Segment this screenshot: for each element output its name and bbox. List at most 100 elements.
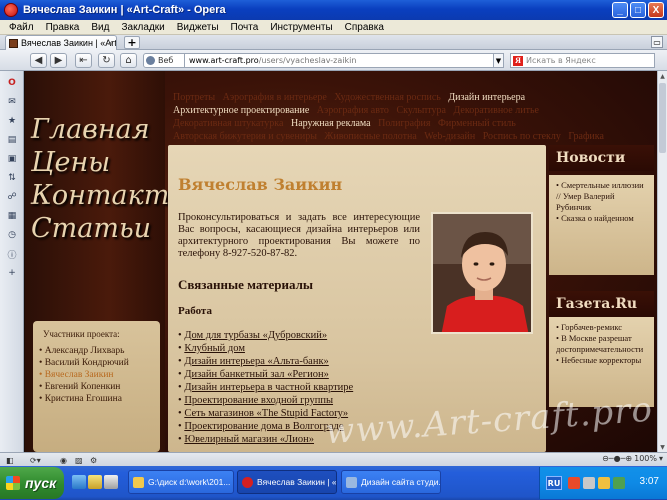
- category-link[interactable]: Авторская бижутерия и сувениры: [173, 131, 317, 142]
- category-link[interactable]: Скульптура: [396, 105, 446, 116]
- quicklaunch-ie-icon[interactable]: [72, 475, 86, 489]
- forward-icon[interactable]: ▶: [50, 53, 67, 68]
- task-opera[interactable]: Вячеслав Заикин | «...: [237, 470, 337, 494]
- headline-link[interactable]: Смертельные иллюзии // Умер Валерий Руби…: [556, 180, 650, 213]
- address-dropdown-icon[interactable]: ▼: [494, 53, 504, 68]
- windows-icon[interactable]: ▦: [6, 210, 18, 222]
- scrollbar-thumb[interactable]: [659, 83, 666, 153]
- quicklaunch-folder-icon[interactable]: [88, 475, 102, 489]
- tray-update-icon[interactable]: [613, 477, 625, 489]
- back-icon[interactable]: ◀: [30, 53, 47, 68]
- headline-link[interactable]: Горбачев-ремикс: [556, 322, 650, 333]
- document-icon: [346, 476, 357, 488]
- category-link[interactable]: Дизайн интерьера: [448, 92, 525, 103]
- panel-toggle-icon[interactable]: ◧: [6, 455, 14, 465]
- category-link[interactable]: Портреты: [173, 92, 215, 103]
- work-link[interactable]: Клубный дом: [184, 343, 245, 354]
- work-link[interactable]: Ювелирный магазин «Лион»: [184, 434, 314, 445]
- category-link[interactable]: Наружная реклама: [291, 118, 371, 129]
- address-field[interactable]: www.art-craft.pro/users/vyacheslav-zaiki…: [184, 53, 494, 68]
- language-indicator[interactable]: RU: [546, 476, 562, 490]
- transfers-icon[interactable]: ⇅: [6, 172, 18, 184]
- category-link[interactable]: Web-дизайн: [424, 131, 475, 142]
- task-explorer[interactable]: G:\диск d:\work\201...: [128, 470, 234, 494]
- work-link[interactable]: Дизайн интерьера «Альта-банк»: [184, 356, 328, 367]
- clock: 3:07: [639, 476, 659, 487]
- menu-mail[interactable]: Почта: [225, 22, 265, 33]
- vertical-scrollbar[interactable]: ▲ ▼: [657, 71, 667, 452]
- menu-tools[interactable]: Инструменты: [264, 22, 338, 33]
- add-panel-icon[interactable]: +: [6, 267, 18, 279]
- settings-icon[interactable]: ⚙: [90, 455, 97, 465]
- zoom-slider-icon[interactable]: ⊖─●─⊕: [602, 454, 632, 463]
- category-link[interactable]: Живописные полотна: [324, 131, 416, 142]
- web-mode-selector[interactable]: Веб: [143, 53, 185, 68]
- task-label: Вячеслав Заикин | «...: [257, 477, 337, 487]
- category-link[interactable]: Полиграфия: [378, 118, 430, 129]
- headline-link[interactable]: Небесные корректоры: [556, 355, 650, 366]
- work-link[interactable]: Проектирование входной группы: [184, 395, 333, 406]
- info-icon[interactable]: ⓘ: [6, 248, 18, 261]
- tray-antivirus-icon[interactable]: [568, 477, 580, 489]
- work-link[interactable]: Дизайн банкетный зал «Регион»: [184, 369, 329, 380]
- headline-link[interactable]: В Москве разрешат достопримечательности: [556, 333, 650, 355]
- home-icon[interactable]: ⌂: [120, 53, 137, 68]
- close-button[interactable]: X: [648, 2, 664, 18]
- minimize-button[interactable]: _: [612, 2, 628, 18]
- menu-widgets[interactable]: Виджеты: [171, 22, 225, 33]
- scroll-down-icon[interactable]: ▼: [658, 442, 667, 452]
- start-button[interactable]: пуск: [0, 467, 64, 499]
- tab-menu-icon[interactable]: ▭: [651, 36, 663, 48]
- new-tab-button[interactable]: +: [124, 36, 140, 49]
- participant-link[interactable]: Василий Кондрючий: [39, 357, 154, 369]
- turbo-icon[interactable]: ⟳▾: [30, 455, 41, 465]
- tab-active[interactable]: Вячеслав Заикин | «Art... ×: [5, 35, 117, 50]
- zoom-control[interactable]: ⊖─●─⊕ 100% ▾: [602, 454, 663, 463]
- nav-home-link[interactable]: Главная: [31, 113, 191, 146]
- profile-photo: [431, 212, 533, 334]
- menu-help[interactable]: Справка: [339, 22, 390, 33]
- zoom-dropdown-icon[interactable]: ▾: [659, 454, 663, 463]
- category-link[interactable]: Аэрография в интерьере: [223, 92, 327, 103]
- work-link[interactable]: Дизайн интерьера в частной квартире: [184, 382, 353, 393]
- category-link[interactable]: Фирменный стиль: [438, 118, 516, 129]
- task-document[interactable]: Дизайн сайта студи...: [341, 470, 441, 494]
- window-title-bar[interactable]: Вячеслав Заикин | «Art-Craft» - Opera _ …: [0, 0, 667, 20]
- work-link[interactable]: Дом для турбазы «Дубровский»: [184, 330, 327, 341]
- category-link[interactable]: Архитектурное проектирование: [173, 105, 309, 116]
- images-toggle-icon[interactable]: ▨: [75, 455, 83, 465]
- history-icon[interactable]: ◷: [6, 229, 18, 241]
- rewind-icon[interactable]: ⇤: [75, 53, 92, 68]
- menu-file[interactable]: Файл: [3, 22, 40, 33]
- menu-view[interactable]: Вид: [85, 22, 115, 33]
- links-icon[interactable]: ☍: [6, 191, 18, 203]
- menu-bookmarks[interactable]: Закладки: [115, 22, 170, 33]
- headline-link[interactable]: Сказка о найденном: [556, 213, 650, 224]
- category-link[interactable]: Художественная роспись: [334, 92, 441, 103]
- quicklaunch-desktop-icon[interactable]: [104, 475, 118, 489]
- category-link[interactable]: Декоративное литье: [453, 105, 538, 116]
- category-link[interactable]: Декоративная штукатурка: [173, 118, 283, 129]
- work-link[interactable]: Проектирование дома в Волгограде: [184, 421, 343, 432]
- reload-icon[interactable]: ↻: [98, 53, 115, 68]
- opera-icon[interactable]: O: [6, 77, 18, 89]
- notes-icon[interactable]: ▤: [6, 134, 18, 146]
- scroll-up-icon[interactable]: ▲: [658, 71, 667, 81]
- participant-link[interactable]: Александр Лихварь: [39, 345, 154, 357]
- unite-icon[interactable]: ◉: [60, 455, 67, 465]
- tab-close-icon[interactable]: ×: [108, 38, 113, 48]
- category-link[interactable]: Роспись по стеклу: [483, 131, 561, 142]
- participant-link[interactable]: Вячеслав Заикин: [39, 369, 154, 381]
- participant-link[interactable]: Евгений Копенкин: [39, 381, 154, 393]
- participant-link[interactable]: Кристина Егошина: [39, 393, 154, 405]
- search-field[interactable]: Я Искать в Яндекс: [510, 53, 655, 68]
- category-link[interactable]: Графика: [568, 131, 604, 142]
- menu-edit[interactable]: Правка: [40, 22, 86, 33]
- maximize-button[interactable]: □: [630, 2, 646, 18]
- widgets-icon[interactable]: ▣: [6, 153, 18, 165]
- tray-volume-icon[interactable]: [598, 477, 610, 489]
- tray-network-icon[interactable]: [583, 477, 595, 489]
- mail-icon[interactable]: ✉: [6, 96, 18, 108]
- bookmarks-icon[interactable]: ★: [6, 115, 18, 127]
- category-link[interactable]: Аэрография авто: [317, 105, 389, 116]
